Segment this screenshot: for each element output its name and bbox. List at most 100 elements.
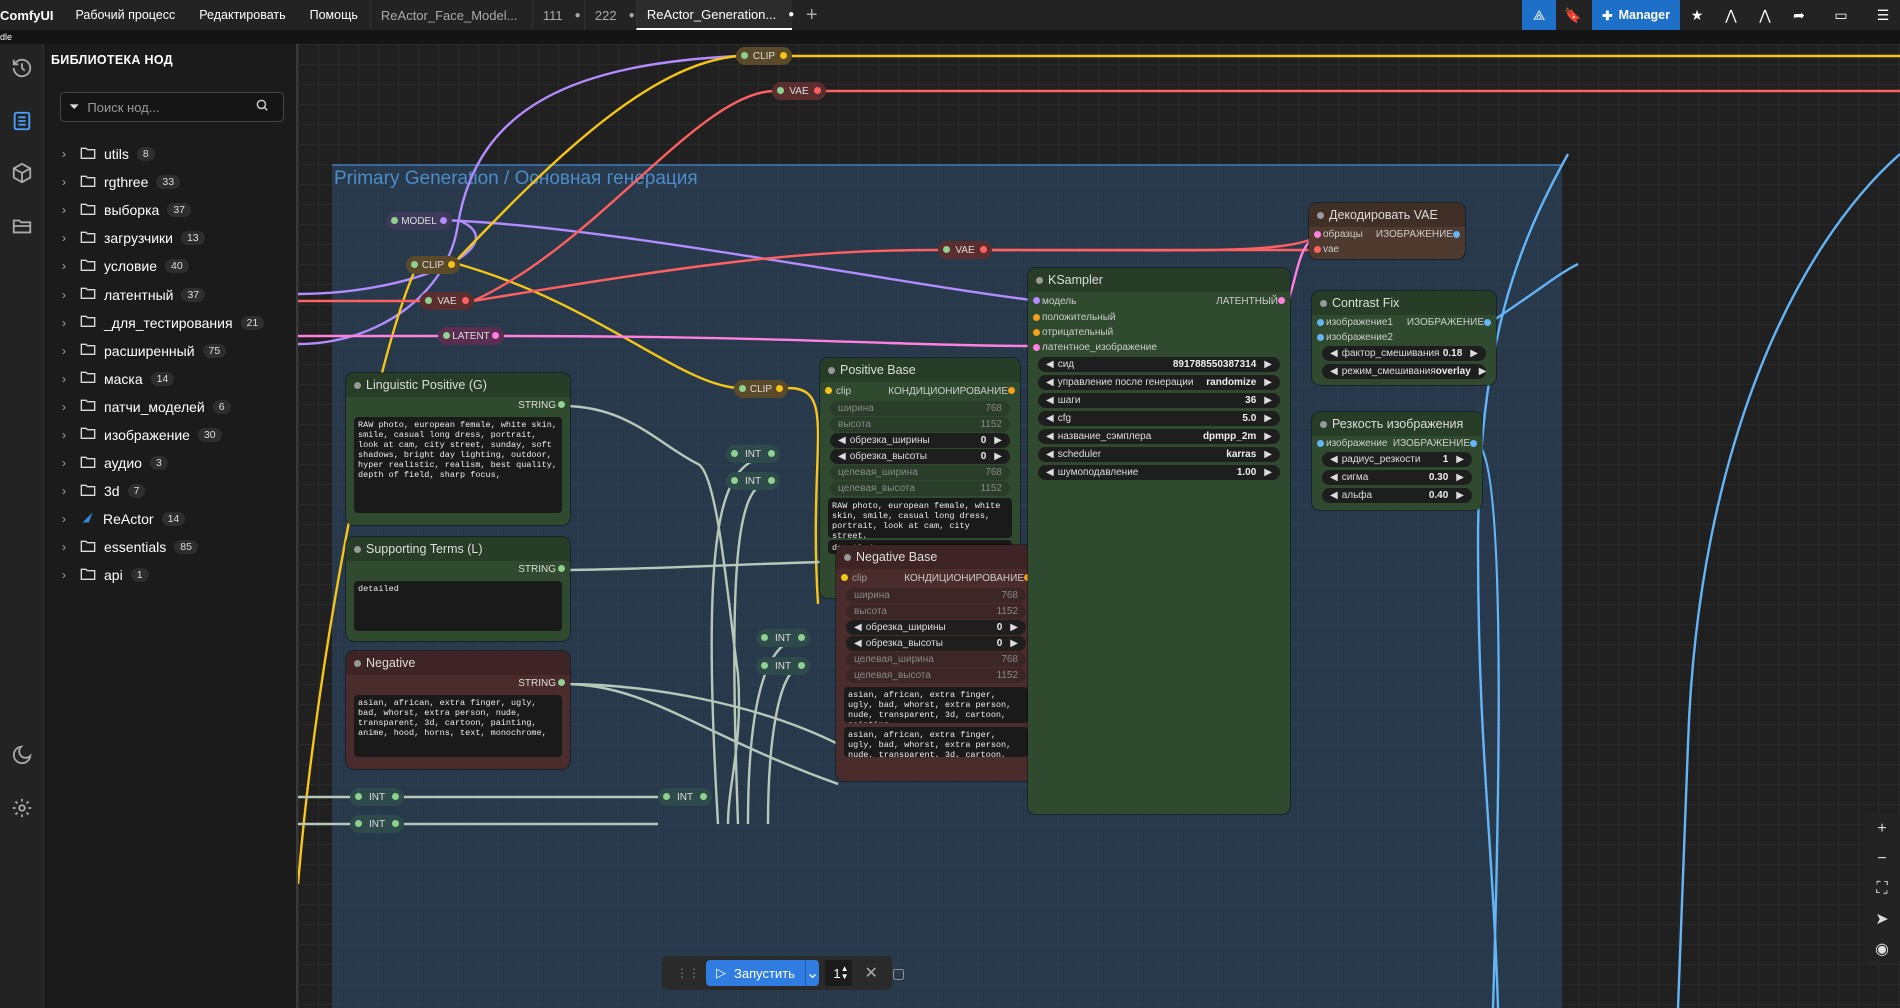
arrow-right-icon[interactable]: ▶ [994, 451, 1002, 462]
arrow-right-icon[interactable]: ▶ [1456, 454, 1464, 465]
filter-icon[interactable]: ⏷ [69, 99, 79, 115]
library-category[interactable]: › api 1 [62, 561, 292, 589]
zoom-out-icon[interactable]: − [1864, 844, 1900, 874]
chevron-right-icon[interactable]: › [62, 400, 72, 414]
library-category[interactable]: › условие 40 [62, 252, 292, 280]
arrow-right-icon[interactable]: ▶ [1264, 413, 1272, 424]
manager-button[interactable]: ✚ Manager [1592, 0, 1680, 30]
node-negative-base[interactable]: Negative Base clip КОНДИЦИОНИРОВАНИЕ шир… [836, 545, 1036, 781]
node-vae-decode[interactable]: Декодировать VAE образцы ИЗОБРАЖЕНИЕ vae [1309, 203, 1465, 259]
arrow-right-icon[interactable]: ▶ [1264, 467, 1272, 478]
chevron-right-icon[interactable]: › [62, 316, 72, 330]
seed-widget[interactable]: ◀ сид 891788550387314 ▶ [1038, 357, 1280, 372]
tab-111[interactable]: 111 ● [531, 0, 584, 30]
chevron-right-icon[interactable]: › [62, 344, 72, 358]
width-widget[interactable]: ширина 768 [846, 588, 1026, 603]
library-category[interactable]: › _для_тестирования 21 [62, 309, 292, 337]
chevron-right-icon[interactable]: › [62, 175, 72, 189]
theme-moon-icon[interactable] [8, 741, 36, 769]
arrow-left-icon[interactable]: ◀ [1046, 431, 1054, 442]
reroute-int-3[interactable]: INT [756, 629, 810, 647]
blend-factor-widget[interactable]: ◀ фактор_смешивания 0.18 ▶ [1322, 346, 1486, 361]
reroute-vae-left[interactable]: VAE [420, 292, 474, 310]
reroute-int-7[interactable]: INT [658, 788, 712, 806]
arrow-right-icon[interactable]: ▶ [1264, 377, 1272, 388]
node-sharpen[interactable]: Резкость изображения изображение ИЗОБРАЖ… [1312, 412, 1482, 510]
extension-c-icon[interactable]: ⋀ [1748, 0, 1782, 30]
tab-reactor-face-model[interactable]: ReActor_Face_Model... [369, 0, 532, 30]
queue-panel-icon[interactable]: ▢ [892, 965, 905, 982]
batch-count-input[interactable]: 1 ▲ ▼ [825, 960, 853, 986]
library-category[interactable]: › 3d 7 [62, 477, 292, 505]
chevron-right-icon[interactable]: › [62, 540, 72, 554]
chevron-right-icon[interactable]: › [62, 456, 72, 470]
crop-width-widget[interactable]: ◀ обрезка_ширины 0 ▶ [830, 433, 1010, 448]
node-supporting-terms[interactable]: Supporting Terms (L) STRING detailed [346, 537, 570, 641]
arrow-left-icon[interactable]: ◀ [1046, 449, 1054, 460]
star-icon[interactable]: ★ [1680, 0, 1714, 30]
reroute-clip-left[interactable]: CLIP [406, 256, 460, 274]
reroute-vae-mid[interactable]: VAE [938, 241, 992, 259]
stepper-icon[interactable]: ▲ ▼ [841, 965, 849, 981]
model-library-icon[interactable] [8, 159, 36, 187]
height-widget[interactable]: высота 1152 [830, 417, 1010, 432]
crop-height-widget[interactable]: ◀ обрезка_высоты 0 ▶ [830, 449, 1010, 464]
chevron-right-icon[interactable]: › [62, 203, 72, 217]
tab-222[interactable]: 222 ● [583, 0, 636, 30]
height-widget[interactable]: высота 1152 [846, 604, 1026, 619]
cancel-icon[interactable]: ✕ [864, 963, 877, 983]
arrow-left-icon[interactable]: ◀ [1330, 472, 1338, 483]
library-category[interactable]: › расширенный 75 [62, 337, 292, 365]
node-library-icon[interactable] [8, 107, 36, 135]
chevron-right-icon[interactable]: › [62, 568, 72, 582]
arrow-left-icon[interactable]: ◀ [838, 435, 846, 446]
arrow-right-icon[interactable]: ▶ [1010, 622, 1018, 633]
arrow-right-icon[interactable]: ▶ [1264, 431, 1272, 442]
library-category[interactable]: › ReActor 14 [62, 505, 292, 533]
chevron-right-icon[interactable]: › [62, 231, 72, 245]
arrow-left-icon[interactable]: ◀ [1046, 413, 1054, 424]
node-ksampler[interactable]: KSampler модель ЛАТЕНТНЫЙ положительный … [1028, 268, 1290, 814]
arrow-right-icon[interactable]: ▶ [1456, 490, 1464, 501]
arrow-left-icon[interactable]: ◀ [1330, 366, 1338, 377]
drag-handle-icon[interactable]: ⋮⋮ [676, 966, 700, 980]
library-category[interactable]: › выборка 37 [62, 196, 292, 224]
node-linguistic-positive[interactable]: Linguistic Positive (G) STRING RAW photo… [346, 373, 570, 525]
reroute-clip-mid[interactable]: CLIP [734, 380, 788, 398]
menu-workflow[interactable]: Рабочий процесс [63, 8, 187, 22]
chevron-right-icon[interactable]: › [62, 484, 72, 498]
sharpen-radius-widget[interactable]: ◀ радиус_резкости 1 ▶ [1322, 452, 1472, 467]
arrow-right-icon[interactable]: ▶ [1470, 348, 1478, 359]
crop-height-widget[interactable]: ◀ обрезка_высоты 0 ▶ [846, 636, 1026, 651]
pointer-mode-icon[interactable]: ➤ [1864, 904, 1900, 934]
scheduler-widget[interactable]: ◀ scheduler karras ▶ [1038, 447, 1280, 462]
chevron-right-icon[interactable]: › [62, 259, 72, 273]
bookmark-icon[interactable]: 🔖 [1556, 0, 1590, 30]
menu-help[interactable]: Помощь [298, 8, 370, 22]
text-l-textarea[interactable]: asian, african, extra finger, ugly, bad,… [844, 727, 1028, 757]
chevron-right-icon[interactable]: › [62, 288, 72, 302]
steps-widget[interactable]: ◀ шаги 36 ▶ [1038, 393, 1280, 408]
history-icon[interactable] [8, 54, 36, 82]
arrow-left-icon[interactable]: ◀ [1046, 377, 1054, 388]
library-category[interactable]: › патчи_моделей 6 [62, 393, 292, 421]
reroute-int-1[interactable]: INT [726, 445, 780, 463]
width-widget[interactable]: ширина 768 [830, 401, 1010, 416]
arrow-left-icon[interactable]: ◀ [1046, 467, 1054, 478]
denoise-widget[interactable]: ◀ шумоподавление 1.00 ▶ [1038, 465, 1280, 480]
arrow-left-icon[interactable]: ◀ [1330, 490, 1338, 501]
crop-width-widget[interactable]: ◀ обрезка_ширины 0 ▶ [846, 620, 1026, 635]
blend-mode-widget[interactable]: ◀ режим_смешивания overlay ▶ [1322, 364, 1487, 379]
reroute-int-6[interactable]: INT [350, 815, 404, 833]
arrow-left-icon[interactable]: ◀ [838, 451, 846, 462]
arrow-left-icon[interactable]: ◀ [854, 638, 862, 649]
run-options-chevron-icon[interactable]: ⌄ [804, 960, 820, 986]
prompt-textarea[interactable]: RAW photo, european female, white skin, … [354, 417, 562, 513]
target-height-widget[interactable]: целевая_высота 1152 [830, 481, 1010, 496]
reroute-int-4[interactable]: INT [756, 657, 810, 675]
tab-reactor-generation[interactable]: ReActor_Generation... ● [635, 0, 794, 30]
reroute-vae-top[interactable]: VAE [772, 82, 826, 100]
reroute-int-5[interactable]: INT [350, 788, 404, 806]
extension-b-icon[interactable]: ⋀ [1714, 0, 1748, 30]
reroute-int-2[interactable]: INT [726, 472, 780, 490]
